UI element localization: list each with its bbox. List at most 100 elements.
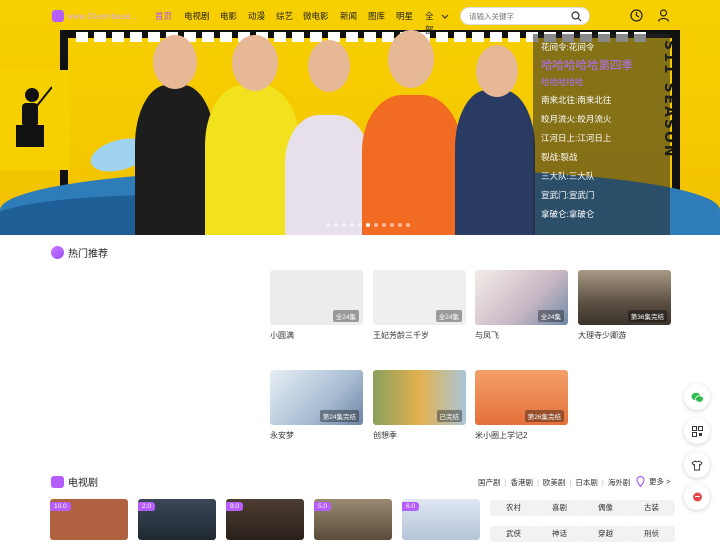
video-title[interactable]: 与凤飞 [475,330,568,341]
tshirt-icon [691,459,703,470]
logo-text: www.Diannbase... [67,11,140,21]
video-card[interactable]: 全24集 王妃芳龄三千岁 [373,270,466,341]
search-box[interactable] [460,7,590,25]
hero-list-item[interactable]: 三大队:三大队 [541,167,662,186]
nav-item-all[interactable]: 全部 [425,9,441,35]
hero-list-item[interactable]: 宣武门:宣武门 [541,186,662,205]
video-title[interactable]: 米小圈上学记2 [475,430,568,441]
video-thumbnail[interactable]: 已完结 [373,370,466,425]
episode-badge: 第24集完结 [319,410,359,422]
hero-list-item[interactable]: 南来北往:南来北往 [541,91,662,110]
video-card[interactable]: 已完结 创想季 [373,370,466,441]
logo-mark-icon [52,10,64,22]
hot-section-title: 热门推荐 [51,245,108,260]
search-icon[interactable] [571,11,582,22]
cast-member-5 [455,90,535,235]
nav-item-home[interactable]: 首页 [155,9,184,23]
video-card[interactable]: 第36集完结 大理寺少卿游 [578,270,671,341]
hot-title-text: 热门推荐 [68,249,108,260]
cast-member-5-head [476,45,518,97]
cast-member-3 [285,115,370,235]
nav-item-news[interactable]: 新闻 [340,9,368,23]
carousel-dots[interactable] [326,223,410,227]
skin-button[interactable] [684,452,710,478]
score-badge: 2.0 [138,502,156,511]
tv-link-domestic[interactable]: 国产剧 [478,477,501,488]
video-title[interactable]: 创想季 [373,430,466,441]
tv-link-overseas[interactable]: 海外剧 [608,477,631,488]
flame-icon [51,246,64,259]
tv-link-western[interactable]: 欧美剧 [543,477,566,488]
top-header: www.Diannbase... 首页 电视剧 电影 动漫 综艺 微电影 新闻 … [0,0,720,35]
video-card[interactable]: 全24集 小圆满 [270,270,363,341]
cast-member-1 [135,85,215,235]
nav-item-tv[interactable]: 电视剧 [184,9,220,23]
nav-item-movie[interactable]: 电影 [220,9,248,23]
video-title[interactable]: 大理寺少卿游 [578,330,671,341]
video-thumbnail[interactable]: 全24集 [270,270,363,325]
video-card[interactable]: 全24集 与凤飞 [475,270,568,341]
tv-link-hongkong[interactable]: 香港剧 [510,477,533,488]
chat-bubble-icon [692,492,702,501]
score-badge: 6.0 [402,502,420,511]
nav-item-micro-movie[interactable]: 微电影 [303,9,340,23]
episode-badge: 全24集 [435,310,462,322]
qrcode-icon [691,425,703,437]
video-thumbnail[interactable]: 第24集完结 [270,370,363,425]
score-badge: 5.0 [314,502,332,511]
user-icon[interactable] [657,9,670,22]
tv-poster[interactable]: 9.0 [226,499,304,540]
episode-badge: 第26集完结 [524,410,564,422]
score-badge: 9.0 [226,502,244,511]
hero-list-item[interactable]: 裂战:裂战 [541,148,662,167]
video-thumbnail[interactable]: 第26集完结 [475,370,568,425]
episode-badge: 全24集 [332,310,359,322]
video-card[interactable]: 第24集完结 永安梦 [270,370,363,441]
score-badge: 10.0 [50,502,71,511]
hero-list-item[interactable]: 皎月流火:皎月流火 [541,110,662,129]
nav-item-anime[interactable]: 动漫 [248,9,276,23]
genre-tag[interactable]: 偶像 [582,500,629,516]
tv-more-link[interactable]: 更多 > [636,476,670,487]
episode-badge: 第36集完结 [627,310,667,322]
history-clock-icon[interactable] [630,9,643,22]
video-thumbnail[interactable]: 全24集 [475,270,568,325]
hero-list-item-active[interactable]: 哈哈哈哈哈第四季 [541,57,662,75]
video-title[interactable]: 小圆满 [270,330,363,341]
tv-poster[interactable]: 5.0 [314,499,392,540]
nav-item-variety[interactable]: 综艺 [276,9,303,23]
genre-tag[interactable]: 农村 [490,500,537,516]
hero-featured-list: 花间令:花间令 哈哈哈哈哈第四季 哈哈哈哈哈 南来北往:南来北往 皎月流火:皎月… [533,34,670,235]
tv-poster[interactable]: 6.0 [402,499,480,540]
tv-icon [51,475,64,488]
hero-list-item[interactable]: 拿破仑:拿破仑 [541,205,662,224]
hero-list-item[interactable]: 江河日上:江河日上 [541,129,662,148]
hero-list-item-subtitle: 哈哈哈哈哈 [541,77,584,87]
feedback-button[interactable] [684,484,710,510]
chevron-down-icon[interactable] [441,9,449,23]
video-card[interactable]: 第26集完结 米小圈上学记2 [475,370,568,441]
tv-link-japan[interactable]: 日本剧 [575,477,598,488]
video-thumbnail[interactable]: 全24集 [373,270,466,325]
genre-tag[interactable]: 喜剧 [536,500,583,516]
qrcode-button[interactable] [684,418,710,444]
search-input[interactable] [469,11,569,21]
nav-item-gallery[interactable]: 图库 [368,9,396,23]
fisher-illustration [16,86,52,147]
cast-member-3-head [308,40,350,92]
cast-member-4 [362,95,462,235]
site-logo[interactable]: www.Diannbase... [52,9,147,23]
tv-poster[interactable]: 10.0 [50,499,128,540]
location-pin-icon [636,476,645,487]
tv-poster[interactable]: 2.0 [138,499,216,540]
genre-tag[interactable]: 古装 [628,500,675,516]
tv-more-text[interactable]: 更多 > [649,476,670,487]
wechat-share-button[interactable] [684,384,710,410]
episode-badge: 全24集 [537,310,564,322]
hero-list-item[interactable]: 花间令:花间令 [541,38,662,57]
video-title[interactable]: 永安梦 [270,430,363,441]
video-thumbnail[interactable]: 第36集完结 [578,270,671,325]
cast-member-1-head [153,35,197,89]
nav-item-stars[interactable]: 明星 [396,9,425,23]
video-title[interactable]: 王妃芳龄三千岁 [373,330,466,341]
